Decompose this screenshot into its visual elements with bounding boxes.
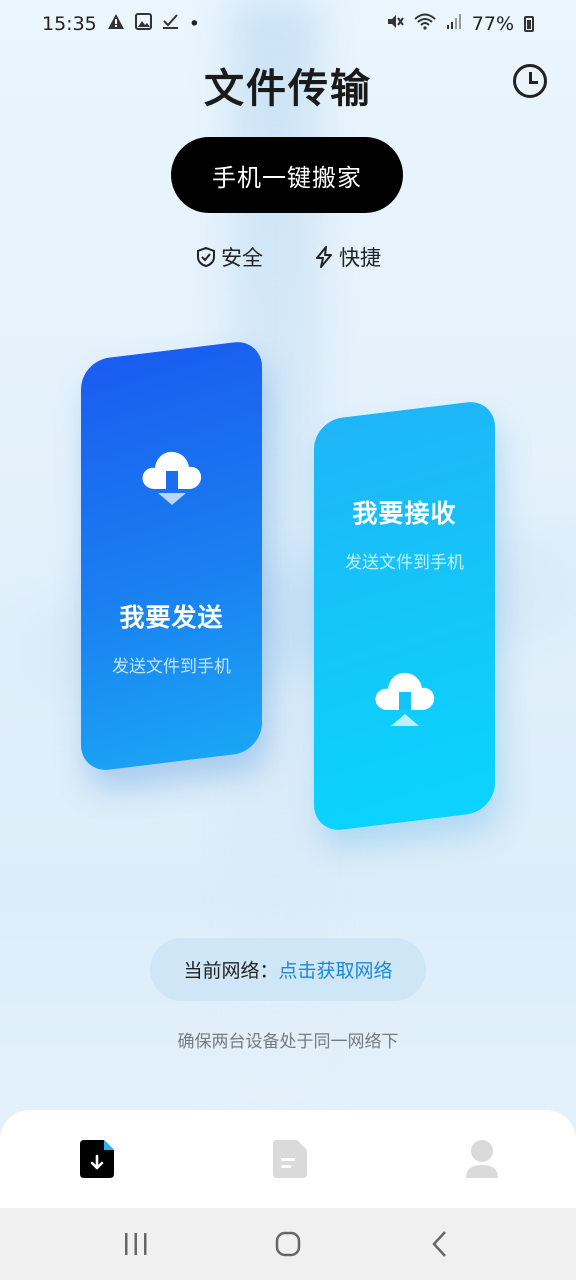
battery-icon: [524, 16, 534, 32]
receive-card-title: 我要接收: [352, 499, 457, 528]
clock-icon[interactable]: [513, 64, 547, 98]
get-network-link[interactable]: 点击获取网络: [279, 956, 393, 983]
profile-icon: [466, 1140, 498, 1178]
battery-percent: 77%: [471, 13, 514, 35]
feature-safe-label: 安全: [221, 246, 263, 270]
page-title: 文件传输: [204, 66, 372, 112]
send-card-subtitle: 发送文件到手机: [112, 657, 231, 677]
nav-files-tab[interactable]: [271, 1138, 311, 1180]
system-nav-bar: [0, 1208, 576, 1280]
status-bar: 15:35 • 77%: [0, 0, 576, 48]
feature-safe: 安全: [195, 242, 263, 272]
send-card-title: 我要发送: [119, 603, 224, 632]
recent-apps-icon: [125, 1233, 147, 1255]
back-icon: [432, 1231, 446, 1257]
status-left: 15:35 •: [42, 13, 200, 35]
image-icon: [134, 13, 152, 35]
home-icon: [275, 1231, 301, 1257]
check-icon: [162, 13, 179, 35]
signal-icon: [446, 13, 462, 35]
feature-badges: 安全 快捷: [0, 242, 576, 272]
wifi-icon: [414, 13, 436, 35]
feature-fast-label: 快捷: [339, 246, 381, 270]
send-card[interactable]: 我要发送 发送文件到手机: [81, 338, 262, 774]
shield-icon: [197, 246, 215, 268]
nav-transfer-tab[interactable]: [78, 1138, 118, 1180]
phone-migrate-button[interactable]: 手机一键搬家: [171, 137, 403, 213]
receive-card-subtitle: 发送文件到手机: [345, 553, 464, 573]
mute-icon: [386, 13, 404, 35]
recent-apps-button[interactable]: [116, 1224, 156, 1264]
back-button[interactable]: [420, 1224, 460, 1264]
receive-card[interactable]: 我要接收 发送文件到手机: [314, 398, 495, 834]
bottom-nav: [0, 1110, 576, 1208]
nav-profile-tab[interactable]: [462, 1138, 502, 1180]
status-right: 77%: [386, 13, 534, 35]
status-dot: •: [188, 13, 200, 35]
network-hint: 确保两台设备处于同一网络下: [177, 1032, 399, 1052]
feature-fast: 快捷: [313, 242, 381, 272]
network-label: 当前网络：: [183, 960, 279, 982]
document-icon: [273, 1140, 307, 1178]
lightning-icon: [316, 246, 332, 268]
home-button[interactable]: [268, 1224, 308, 1264]
network-status[interactable]: 当前网络： 点击获取网络: [150, 938, 426, 1001]
warning-icon: [107, 13, 125, 35]
file-transfer-icon: [80, 1140, 114, 1178]
cloud-upload-icon: [375, 672, 435, 726]
cloud-download-icon: [142, 451, 202, 505]
status-time: 15:35: [42, 13, 97, 35]
